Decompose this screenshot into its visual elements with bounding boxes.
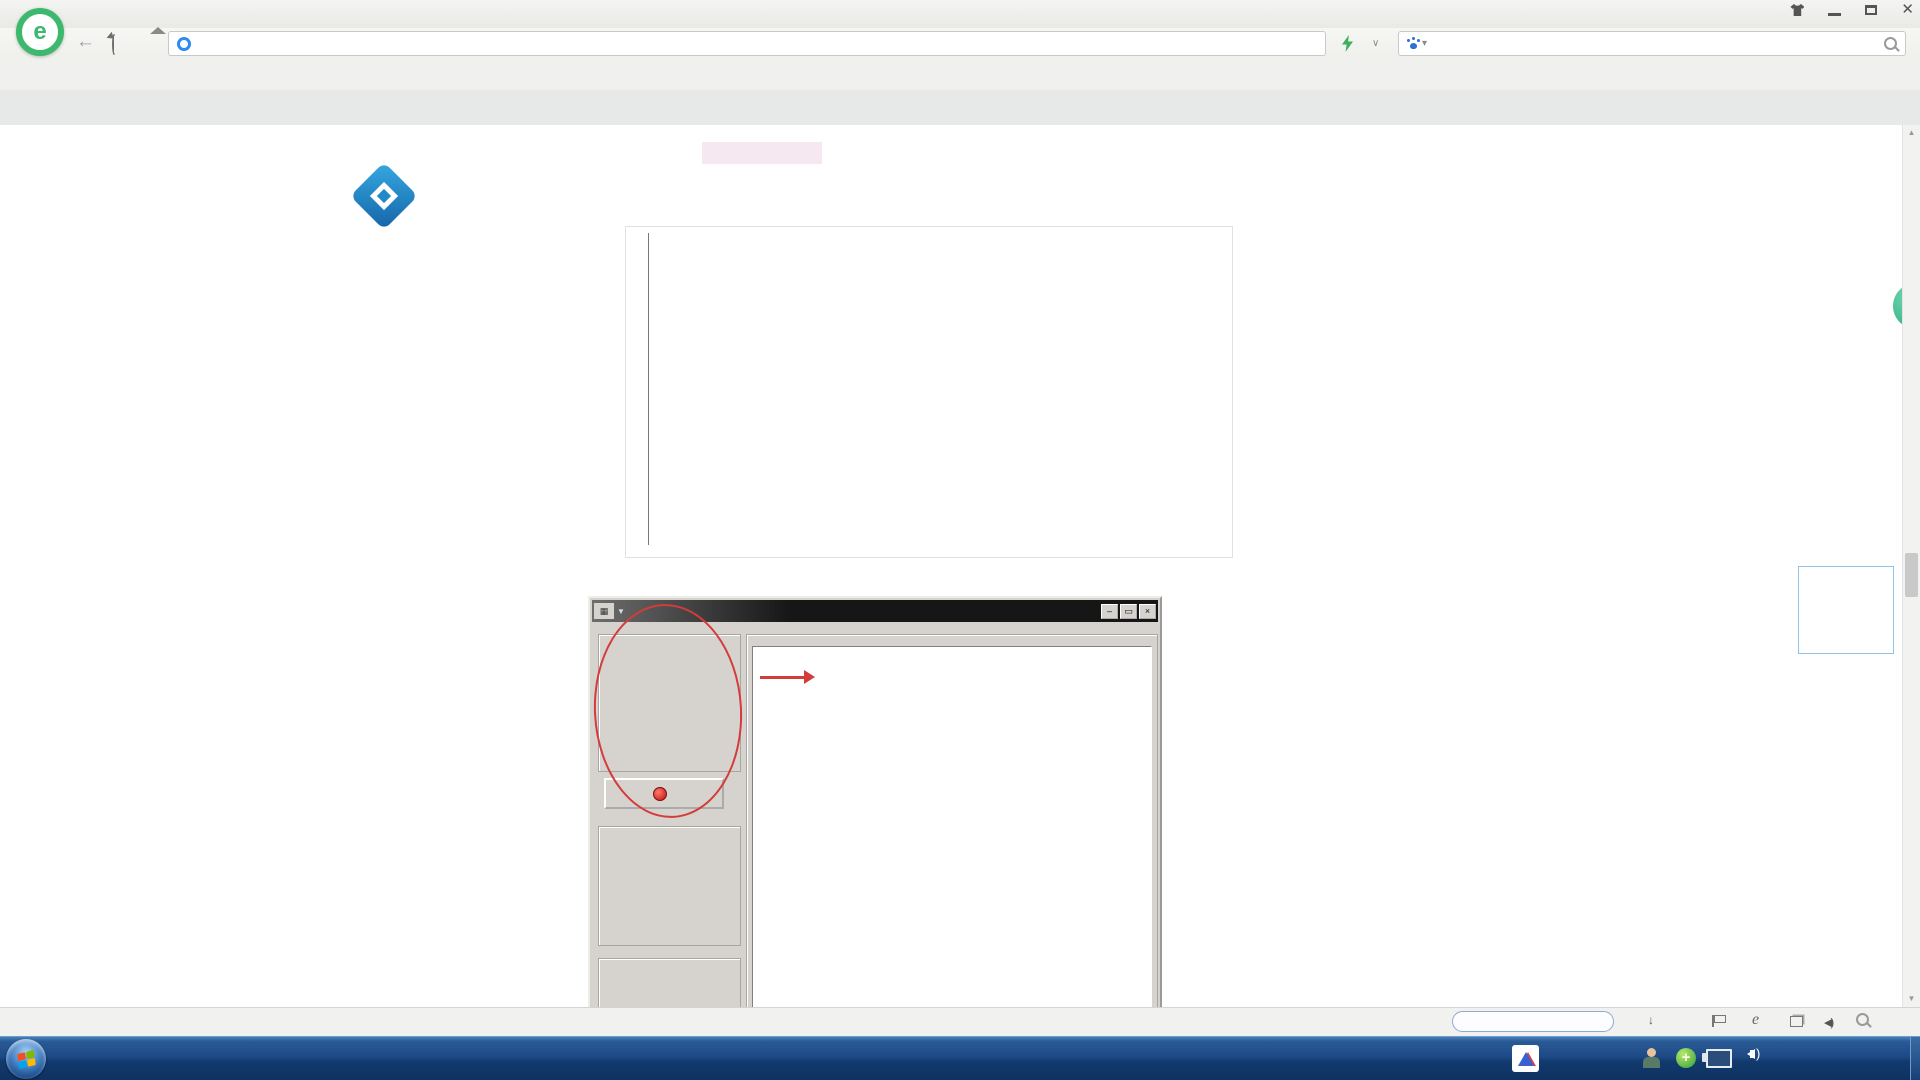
browser-window: e ✕ ← ∨ ▾ — [0, 0, 1920, 1080]
dialog-maximize-icon: ▭ — [1120, 604, 1137, 619]
page-scrollbar[interactable]: ▲ ▼ — [1902, 125, 1920, 1007]
highlighted-note-clipped-line — [660, 125, 1245, 141]
download-icon: ↓ — [1648, 1013, 1654, 1027]
receive-area — [752, 646, 1152, 1007]
search-engine-dropdown-icon[interactable]: ▾ — [1422, 38, 1427, 49]
restore-window-icon[interactable] — [1790, 1016, 1803, 1027]
search-box[interactable]: ▾ — [1398, 31, 1906, 56]
highlighted-note — [660, 125, 1245, 164]
ime-toolbar[interactable] — [1452, 1011, 1614, 1032]
skin-icon[interactable] — [1790, 4, 1804, 16]
page-viewport: ▦ ▼ – ▭ × — [0, 125, 1920, 1007]
ladder-left-rail — [648, 233, 649, 545]
send-settings-group — [598, 958, 741, 1007]
minimize-button[interactable] — [1828, 13, 1841, 16]
highlighted-note-line — [660, 142, 1245, 164]
speed-mode-dropdown-icon[interactable]: ∨ — [1372, 38, 1379, 49]
report-flag-icon[interactable] — [1712, 1015, 1714, 1027]
accelerator-bolt-icon[interactable] — [1342, 35, 1353, 52]
windows-taskbar: + — [0, 1036, 1920, 1080]
network-tray-icon[interactable] — [1706, 1049, 1732, 1068]
security-ball-tray-icon[interactable]: + — [1676, 1048, 1696, 1068]
search-engine-paw-icon[interactable] — [1407, 39, 1419, 49]
annotation-arrow — [760, 676, 806, 679]
tray-app-icon[interactable] — [1512, 1045, 1539, 1072]
ie-compat-icon[interactable]: e — [1752, 1011, 1759, 1029]
jicheng-diamond-logo-icon — [355, 167, 413, 225]
dialog-menu-caret-icon: ▼ — [617, 607, 625, 616]
bookmarks-bar — [0, 60, 1920, 91]
scroll-down-icon[interactable]: ▼ — [1903, 991, 1920, 1007]
tab-strip — [0, 90, 1920, 126]
dialog-app-icon: ▦ — [594, 603, 614, 619]
serial-assistant-dialog-image: ▦ ▼ – ▭ × — [588, 596, 1162, 1007]
show-desktop-button[interactable] — [1910, 1037, 1920, 1080]
refresh-button[interactable] — [112, 34, 116, 55]
feedback-widget[interactable] — [1798, 566, 1894, 654]
download-manager[interactable]: ↓ — [1648, 1013, 1658, 1027]
address-bar[interactable] — [168, 31, 1326, 56]
site-icon — [177, 37, 191, 51]
plc-ladder-diagram-image — [625, 226, 1233, 558]
annotation-arrowhead — [804, 670, 822, 684]
volume-tray-icon[interactable] — [1742, 1049, 1755, 1059]
driver-tool-tray-icon[interactable] — [1643, 1048, 1659, 1068]
mute-speaker-icon[interactable]: ◀) — [1824, 1016, 1832, 1029]
scrollbar-thumb[interactable] — [1905, 553, 1918, 597]
zoom-lens-icon — [1856, 1013, 1869, 1026]
windows-flag-icon — [17, 1050, 36, 1069]
close-button[interactable]: ✕ — [1901, 3, 1914, 17]
zoom-control[interactable] — [1856, 1013, 1873, 1026]
browser-360-logo-icon[interactable]: e — [16, 8, 64, 56]
title-bar: e ✕ — [0, 0, 1920, 29]
receive-settings-group — [598, 826, 741, 946]
window-controls: ✕ — [1790, 3, 1914, 17]
maximize-button[interactable] — [1865, 5, 1877, 15]
start-button[interactable] — [6, 1039, 46, 1079]
navigation-toolbar: ← ∨ ▾ — [0, 28, 1920, 60]
scroll-up-icon[interactable]: ▲ — [1903, 125, 1920, 141]
dialog-minimize-icon: – — [1101, 604, 1118, 619]
search-icon[interactable] — [1884, 37, 1897, 50]
dialog-close-icon: × — [1139, 604, 1156, 619]
browser-status-bar: ↓ e ◀) — [0, 1007, 1920, 1037]
back-button[interactable]: ← — [76, 31, 95, 53]
